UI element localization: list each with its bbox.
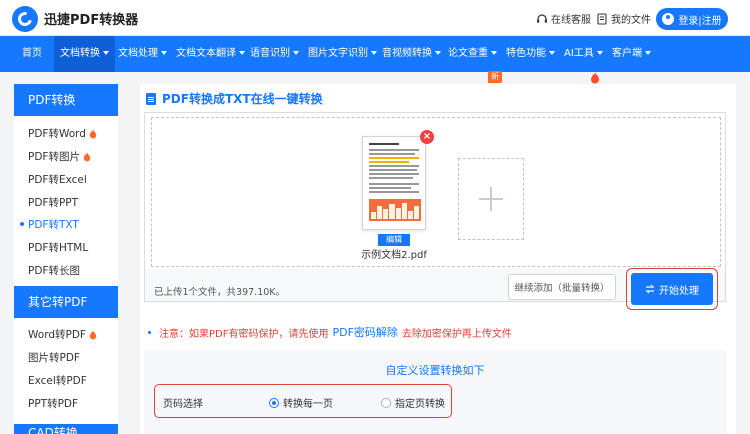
sidebar-item-pdf-to-txt[interactable]: PDF转TXT — [28, 217, 79, 232]
nav-item-ocr[interactable]: 图片文字识别 — [308, 36, 377, 72]
hot-flame-icon — [591, 72, 599, 84]
sidebar-item-pdf-to-word[interactable]: PDF转Word — [28, 126, 97, 141]
plus-icon — [479, 187, 503, 211]
chevron-down-icon — [645, 51, 651, 55]
sidebar-item-word-to-pdf[interactable]: Word转PDF — [28, 327, 97, 342]
chevron-down-icon — [103, 51, 109, 55]
brand-name[interactable]: 迅捷PDF转换器 — [44, 9, 138, 28]
remove-file-close-icon[interactable]: × — [420, 130, 434, 144]
nav-item-translate[interactable]: 文档文本翻译 — [176, 36, 245, 72]
login-register-label: 登录|注册 — [678, 15, 722, 27]
nav-item-doc-convert[interactable]: 文档转换 — [54, 36, 115, 72]
sidebar-item-pdf-to-image[interactable]: PDF转图片 — [28, 149, 91, 164]
radio-checked-icon — [269, 397, 279, 408]
file-thumbnail[interactable] — [362, 136, 426, 230]
notice-prefix: 注意：如果PDF有密码保护，请先使用 — [159, 328, 329, 340]
thumbnail-chart — [369, 199, 421, 221]
nav-item-features[interactable]: 特色功能 — [506, 36, 555, 72]
file-name: 示例文档2.pdf — [361, 250, 427, 261]
main-nav: 首页 文档转换 文档处理 文档文本翻译 语音识别 图片文字识别 音视频转换 论文… — [0, 36, 750, 84]
new-badge: 新 — [488, 71, 502, 83]
app-logo-icon[interactable] — [12, 6, 38, 32]
chevron-down-icon — [435, 51, 441, 55]
main-panel: PDF转换成TXT在线一键转换 × 编辑 示例文档2.pdf 已上传1个文件，共… — [140, 84, 736, 434]
settings-panel: 自定义设置转换如下 页码选择 转换每一页 指定页转换 — [144, 350, 726, 434]
page-title-text: PDF转换成TXT在线一键转换 — [162, 92, 323, 106]
chevron-down-icon — [371, 51, 377, 55]
hot-flame-icon — [83, 151, 91, 161]
drop-zone[interactable]: × 编辑 示例文档2.pdf — [151, 117, 721, 267]
chevron-down-icon — [549, 51, 555, 55]
page-select-label: 页码选择 — [163, 399, 203, 410]
sidebar-item-pdf-to-html[interactable]: PDF转HTML — [28, 240, 88, 255]
page-title: PDF转换成TXT在线一键转换 — [146, 90, 323, 107]
sidebar-item-excel-to-pdf[interactable]: Excel转PDF — [28, 373, 87, 388]
hot-flame-icon — [89, 128, 97, 138]
nav-item-home[interactable]: 首页 — [22, 36, 42, 72]
edit-file-button[interactable]: 编辑 — [378, 234, 410, 246]
chevron-down-icon — [596, 51, 603, 55]
start-process-label: 开始处理 — [659, 285, 699, 297]
add-file-button[interactable] — [458, 158, 524, 240]
start-process-button[interactable]: 开始处理 — [631, 273, 713, 305]
convert-arrows-icon — [645, 284, 655, 294]
notice-suffix: 去除加密保护再上传文件 — [401, 328, 512, 340]
chevron-down-icon — [491, 51, 497, 55]
bullet-dot — [148, 330, 151, 334]
continue-add-button[interactable]: 继续添加（批量转换） — [508, 274, 616, 300]
chevron-down-icon — [161, 51, 167, 55]
nav-item-doc-process[interactable]: 文档处理 — [118, 36, 167, 72]
active-indicator-dot — [20, 222, 24, 226]
chevron-down-icon — [293, 51, 299, 55]
login-register-button[interactable]: 登录|注册 — [656, 8, 728, 30]
sidebar-section-cad-convert[interactable]: CAD转换 — [14, 424, 118, 434]
sidebar-item-pdf-to-long-image[interactable]: PDF转长图 — [28, 263, 80, 278]
pdf-password-remove-link[interactable]: PDF密码解除 — [332, 324, 397, 340]
sidebar-item-ppt-to-pdf[interactable]: PPT转PDF — [28, 396, 78, 411]
chevron-down-icon — [239, 51, 245, 55]
my-files-link[interactable]: 我的文件 — [596, 11, 651, 26]
start-button-highlight: 开始处理 — [626, 268, 718, 310]
nav-item-ai-tools[interactable]: AI工具 — [564, 36, 603, 72]
radio-convert-specific-pages[interactable]: 指定页转换 — [381, 395, 445, 410]
my-files-label: 我的文件 — [611, 15, 651, 26]
headset-icon — [536, 13, 548, 25]
sidebar-item-pdf-to-excel[interactable]: PDF转Excel — [28, 172, 87, 187]
hot-flame-icon — [89, 329, 97, 339]
document-icon — [146, 92, 156, 105]
nav-item-client[interactable]: 客户端 — [612, 36, 651, 72]
sidebar-item-pdf-to-ppt[interactable]: PDF转PPT — [28, 195, 78, 210]
nav-item-av-convert[interactable]: 音视频转换 — [382, 36, 441, 72]
customer-service-link[interactable]: 在线客服 — [536, 11, 591, 26]
document-icon — [596, 12, 608, 25]
nav-item-plagiarism[interactable]: 论文查重 — [448, 36, 497, 72]
upload-status: 已上传1个文件，共397.10K。 — [154, 287, 286, 298]
sidebar-section-pdf-convert[interactable]: PDF转换 — [14, 84, 118, 116]
sidebar: PDF转换 PDF转Word PDF转图片 PDF转Excel PDF转PPT … — [14, 84, 118, 434]
password-notice: 注意：如果PDF有密码保护，请先使用 PDF密码解除 去除加密保护再上传文件 — [148, 324, 512, 340]
radio-unchecked-icon — [381, 397, 391, 408]
radio-convert-all-pages[interactable]: 转换每一页 — [269, 395, 333, 410]
user-icon — [662, 13, 675, 25]
nav-item-speech[interactable]: 语音识别 — [250, 36, 299, 72]
sidebar-section-other-to-pdf[interactable]: 其它转PDF — [14, 286, 118, 318]
top-header: 迅捷PDF转换器 在线客服 我的文件 登录|注册 — [0, 0, 750, 36]
settings-title: 自定义设置转换如下 — [385, 364, 485, 377]
customer-service-label: 在线客服 — [551, 15, 591, 26]
sidebar-item-image-to-pdf[interactable]: 图片转PDF — [28, 350, 80, 365]
page-select-row: 页码选择 转换每一页 指定页转换 — [154, 384, 452, 418]
